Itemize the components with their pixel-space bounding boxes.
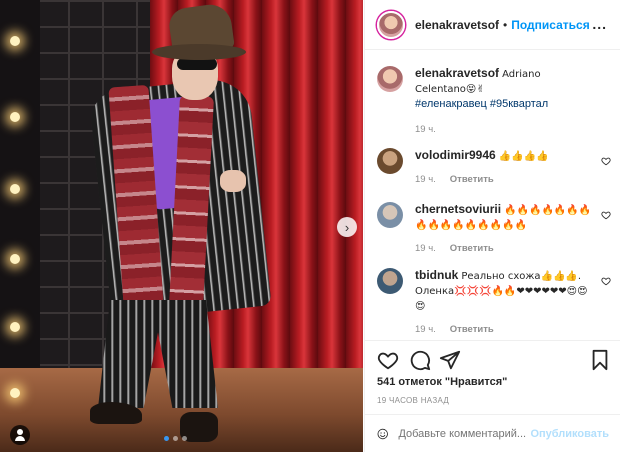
avatar[interactable] [377,202,403,228]
heart-icon[interactable] [601,156,611,166]
comment-item: tbidnuk Реально схожа👍👍👍. Оленка💢💢💢🔥🔥❤❤❤… [377,268,613,337]
post-header: elenakravetsof • Подписаться ... [365,0,620,50]
more-options-icon[interactable]: ... [592,16,607,32]
hat-brim [152,44,246,60]
comment-item: volodimir9946 👍👍👍👍 19 ч. Ответить [377,148,613,187]
light-bulb [10,254,20,264]
chevron-right-icon: › [344,219,350,235]
heart-icon[interactable] [601,276,611,286]
light-bulb [10,388,20,398]
next-slide-button[interactable]: › [337,217,357,237]
light-bulb [10,36,20,46]
comment-input[interactable] [398,427,527,440]
light-bulb [10,112,20,122]
carousel-dot [182,436,187,441]
performer-figure [80,0,280,452]
caption-time: 19 ч. [415,124,436,135]
avatar[interactable] [377,148,403,174]
caption-hashtags[interactable]: #еленакравец #95квартал [415,98,548,110]
caption: elenakravetsof Adriano Celentano😝✌ #елен… [377,66,613,137]
reply-button[interactable]: Ответить [450,172,494,187]
comment-text: 👍👍👍👍 [498,151,549,162]
avatar[interactable] [377,10,405,39]
comment-time: 19 ч. [415,174,436,185]
comment-username[interactable]: chernetsoviurii [415,202,501,216]
carousel-indicator [164,436,187,441]
avatar[interactable] [377,66,403,92]
separator-dot: • [503,17,508,32]
post-timestamp: 19 ЧАСОВ НАЗАД [377,396,450,405]
header-username[interactable]: elenakravetsof [415,18,499,32]
reply-button[interactable]: Ответить [450,241,494,256]
post-actions [365,340,620,380]
reply-button[interactable]: Ответить [450,322,494,337]
comment-composer: Опубликовать [365,414,620,452]
emoji-icon[interactable] [377,424,388,444]
share-paper-plane-icon[interactable] [439,349,461,371]
follow-button[interactable]: Подписаться [511,18,589,32]
likes-count[interactable]: 541 отметок "Нравится" [377,376,507,388]
carousel-dot [173,436,178,441]
publish-button[interactable]: Опубликовать [530,428,609,440]
light-bulb [10,322,20,332]
comment-username[interactable]: tbidnuk [415,268,458,282]
post-sidebar: elenakravetsof • Подписаться ... elenakr… [364,0,620,452]
comment-bubble-icon[interactable] [409,349,431,371]
comment-time: 19 ч. [415,324,436,335]
comment-time: 19 ч. [415,243,436,254]
hand [220,170,246,192]
user-tag-icon[interactable] [10,425,30,445]
post-photo[interactable]: › [0,0,363,452]
comment-item: chernetsoviurii 🔥🔥🔥🔥🔥🔥🔥🔥🔥🔥🔥🔥🔥🔥🔥🔥 19 ч. От… [377,202,613,256]
bookmark-icon[interactable] [589,349,611,371]
caption-username[interactable]: elenakravetsof [415,66,499,80]
comments-list[interactable]: elenakravetsof Adriano Celentano😝✌ #елен… [365,50,620,340]
avatar[interactable] [377,268,403,294]
like-heart-icon[interactable] [377,349,399,371]
carousel-dot [164,436,169,441]
pinstripe-trousers [98,300,218,408]
heart-icon[interactable] [601,210,611,220]
comment-username[interactable]: volodimir9946 [415,148,496,162]
light-bulb [10,184,20,194]
